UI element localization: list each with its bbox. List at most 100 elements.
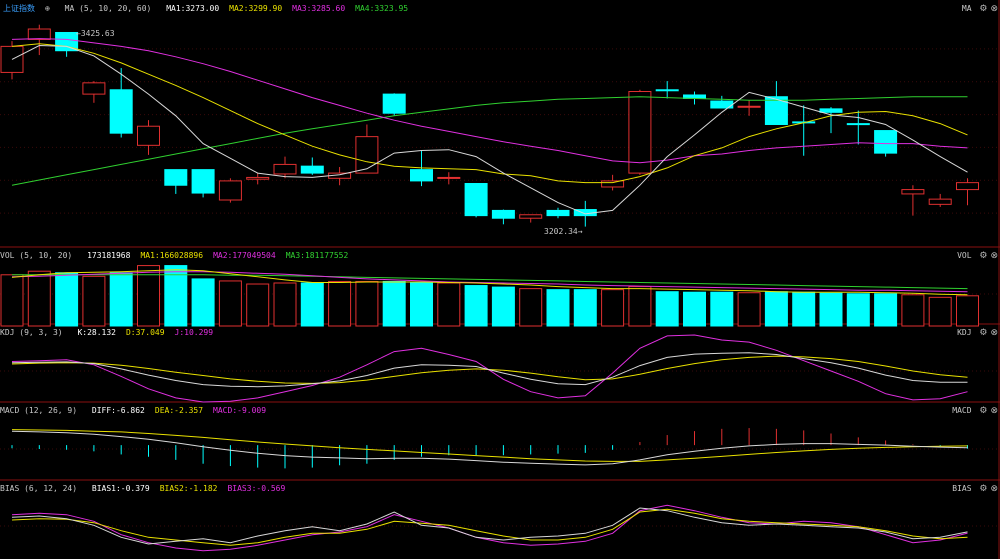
volume-bar — [601, 289, 625, 327]
volume-bar — [956, 295, 979, 327]
volume-bar — [109, 272, 133, 327]
close-icon[interactable]: ⊗ — [990, 404, 998, 418]
volume-bar — [573, 289, 597, 327]
bias3-line — [11, 504, 968, 552]
vol-legend-item: MA1:166028896 — [140, 251, 204, 260]
volume-bar — [410, 282, 433, 327]
kdj-legend-item: K:28.132 — [77, 328, 116, 337]
vol-header: VOL (5, 10, 20) 173181968 MA1:166028896 MA… — [0, 249, 368, 263]
volume-bar — [246, 283, 270, 327]
close-icon[interactable]: ⊗ — [990, 249, 998, 263]
volume-bar — [546, 289, 570, 327]
price-legend-item: MA3:3285.60 — [292, 4, 346, 13]
volume-bar — [901, 294, 925, 327]
volume-bar — [0, 274, 24, 327]
volume-bar — [464, 285, 488, 327]
candle-body — [27, 28, 51, 40]
volume-bar — [737, 292, 761, 327]
volume-bar — [273, 282, 297, 327]
candle-body — [519, 214, 543, 219]
candle-body — [300, 165, 324, 174]
volume-bar — [328, 280, 352, 327]
kdj-legend-item: D:37.049 — [125, 328, 165, 337]
candle-body — [137, 125, 160, 146]
volume-bar — [928, 296, 952, 327]
candle-body — [628, 91, 652, 174]
volume-bar — [491, 286, 515, 327]
settings-toggle-icon[interactable]: ⊕ — [45, 4, 50, 13]
candle-body — [246, 176, 270, 180]
candle-body — [191, 169, 215, 194]
macd-legend-item: DEA:-2.357 — [154, 406, 204, 415]
candle-body — [928, 198, 952, 205]
price-tag-label: MA — [961, 4, 972, 13]
kdj-header: KDJ (9, 3, 3) K:28.132 D:37.049 J:10.299 — [0, 326, 233, 340]
candle-body — [273, 163, 297, 175]
candle-body — [164, 169, 188, 186]
gear-icon[interactable]: ⚙ — [979, 326, 987, 340]
price-legend-item: MA4:3323.95 — [355, 4, 409, 13]
close-icon[interactable]: ⊗ — [990, 326, 998, 340]
vol-legend-item: MA2:177049504 — [213, 251, 276, 260]
macd-legend-item: DIFF:-6.862 — [91, 406, 145, 415]
chart-canvas — [0, 0, 1000, 559]
volume-bar — [792, 291, 816, 327]
volume-bar — [55, 272, 79, 327]
high-label: ←3425.63 — [76, 29, 115, 38]
kdj-tag-label: KDJ — [957, 328, 972, 337]
volume-bar — [846, 293, 870, 327]
candle-body — [491, 209, 515, 219]
volume-bar — [382, 280, 406, 327]
macd-tag-label: MACD — [952, 406, 972, 415]
volume-bar — [819, 292, 843, 327]
bias-indicator-name[interactable]: BIAS (6, 12, 24) — [0, 484, 77, 493]
candle-body — [764, 96, 788, 125]
candle-body — [218, 180, 242, 201]
gear-icon[interactable]: ⚙ — [979, 2, 987, 16]
candle-body — [546, 209, 570, 217]
bias1-line — [11, 507, 968, 545]
price-legend-item: MA2:3299.90 — [229, 4, 283, 13]
kdj-indicator-name[interactable]: KDJ (9, 3, 3) — [0, 328, 63, 337]
kdj-legend-item: J:10.299 — [174, 328, 214, 337]
price-tag: MA ⚙ ⊗ — [962, 2, 998, 16]
high-value: 3425.63 — [80, 29, 115, 38]
volume-bar — [710, 291, 734, 327]
stock-chart-window: 上证指数 ⊕ MA (5, 10, 20, 60) MA1:3273.00 MA2:… — [0, 0, 1000, 559]
candle-body — [737, 105, 761, 108]
gear-icon[interactable]: ⚙ — [979, 249, 987, 263]
macd-legend-item: MACD:-9.009 — [213, 406, 267, 415]
macd-header: MACD (12, 26, 9) DIFF:-6.862 DEA:-2.357 MA… — [0, 404, 286, 418]
candle-body — [846, 123, 870, 126]
index-title[interactable]: 上证指数 — [3, 4, 35, 13]
close-icon[interactable]: ⊗ — [990, 2, 998, 16]
bias-header: BIAS (6, 12, 24) BIAS1:-0.379 BIAS2:-1.18… — [0, 482, 305, 496]
macd-diff-line — [11, 430, 968, 466]
low-label: 3202.34→ — [544, 227, 583, 236]
candle-body — [874, 130, 898, 154]
bias-tag: BIAS ⚙ ⊗ — [952, 482, 998, 496]
candle-body — [464, 183, 488, 217]
volume-bar — [764, 291, 788, 327]
gear-icon[interactable]: ⚙ — [979, 404, 987, 418]
candle-body — [956, 182, 979, 191]
bias-legend-item: BIAS1:-0.379 — [91, 484, 150, 493]
bias-tag-label: BIAS — [952, 484, 972, 493]
macd-indicator-name[interactable]: MACD (12, 26, 9) — [0, 406, 77, 415]
macd-dea-line — [11, 429, 968, 462]
close-icon[interactable]: ⊗ — [990, 482, 998, 496]
candle-body — [655, 89, 679, 92]
low-value: 3202.34 — [544, 227, 578, 236]
volume-bar — [82, 275, 106, 327]
vol-tag: VOL ⚙ ⊗ — [957, 249, 998, 263]
price-indicator-name[interactable]: MA (5, 10, 20, 60) — [65, 4, 152, 13]
volume-bar — [300, 282, 324, 327]
gear-icon[interactable]: ⚙ — [979, 482, 987, 496]
volume-bar — [519, 288, 543, 327]
vol-indicator-name[interactable]: VOL (5, 10, 20) — [0, 251, 72, 260]
candle-body — [901, 189, 925, 195]
macd-tag: MACD ⚙ ⊗ — [952, 404, 998, 418]
kdj-j-line — [11, 334, 968, 403]
candle-body — [819, 108, 843, 113]
candle-body — [601, 180, 625, 188]
